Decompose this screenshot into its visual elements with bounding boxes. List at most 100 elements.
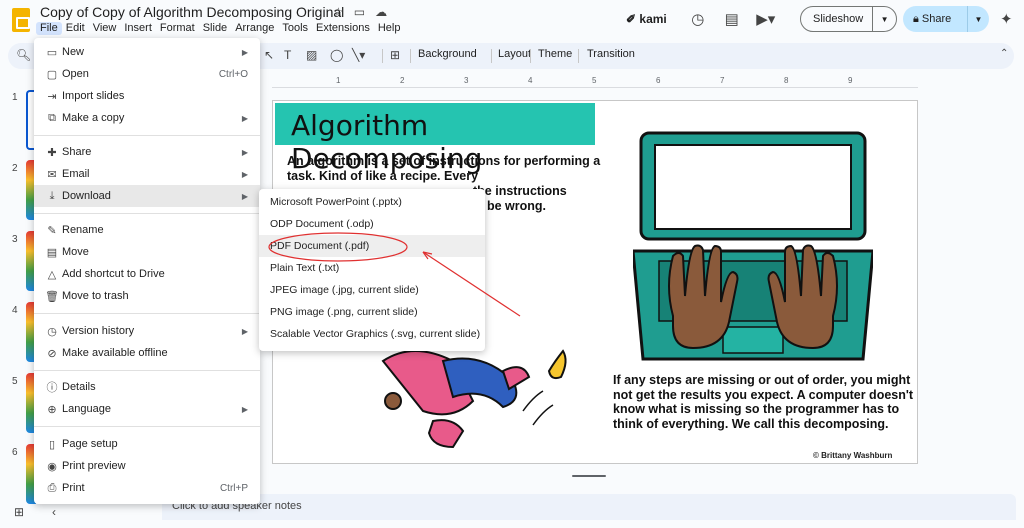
comments-icon[interactable]: ▤ [721, 8, 743, 30]
select-cursor-icon[interactable]: ↖ [264, 48, 274, 62]
menu-item-share[interactable]: ✚ Share ▶ [34, 141, 260, 163]
info-icon: ⓘ [46, 382, 58, 394]
kami-icon: ✐ [626, 12, 640, 26]
ruler-tick: 1 [336, 76, 341, 85]
grid-view-icon[interactable]: ⊞ [14, 505, 24, 519]
slideshow-button[interactable]: Slideshow ▼ [800, 6, 897, 32]
toolbar-divider [491, 49, 492, 63]
folder-icon: ▢ [46, 68, 58, 81]
layout-button[interactable]: Layout [498, 48, 531, 60]
submenu-arrow-icon: ▶ [241, 326, 248, 336]
speaker-notes[interactable]: Click to add speaker notes [162, 494, 1016, 520]
menu-item-new[interactable]: ▭ New ▶ [34, 41, 260, 63]
menu-item-make-available-offline[interactable]: ⊘ Make available offline [34, 342, 260, 364]
menu-item-open[interactable]: ▢ Open Ctrl+O [34, 63, 260, 85]
menu-item-download[interactable]: ⤓ Download ▶ [34, 185, 260, 207]
download-pptx[interactable]: Microsoft PowerPoint (.pptx) [259, 191, 485, 213]
collapse-toolbar-icon[interactable]: ⌃ [1000, 48, 1008, 59]
slide-number: 3 [12, 234, 18, 245]
download-txt[interactable]: Plain Text (.txt) [259, 257, 485, 279]
toolbar-divider [382, 49, 383, 63]
drive-shortcut-icon: △ [47, 268, 57, 281]
menu-item-move[interactable]: ▤ Move [34, 241, 260, 263]
menu-format[interactable]: Format [156, 22, 199, 35]
ruler-tick: 5 [592, 76, 597, 85]
menu-item-move-to-trash[interactable]: 🗑︎ Move to trash [34, 285, 260, 307]
download-odp[interactable]: ODP Document (.odp) [259, 213, 485, 235]
notes-resize-handle[interactable] [572, 475, 606, 477]
menu-extensions[interactable]: Extensions [312, 22, 374, 35]
menu-item-make-a-copy[interactable]: ⧉ Make a copy ▶ [34, 107, 260, 129]
menu-item-email[interactable]: ✉ Email ▶ [34, 163, 260, 185]
submenu-arrow-icon: ▶ [241, 169, 248, 179]
download-jpg[interactable]: JPEG image (.jpg, current slide) [259, 279, 485, 301]
add-comment-icon[interactable]: ⊞ [390, 48, 400, 62]
toolbar-divider [410, 49, 411, 63]
menu-slide[interactable]: Slide [199, 22, 231, 35]
person-add-icon: ✚ [47, 146, 57, 159]
cloud-status-icon[interactable]: ☁ [375, 5, 387, 19]
menu-divider [34, 135, 260, 136]
meet-icon[interactable]: ▶▾ [755, 8, 777, 30]
gemini-icon[interactable]: ✦ [1000, 10, 1013, 28]
document-title[interactable]: Copy of Copy of Algorithm Decomposing Or… [40, 4, 344, 20]
import-icon: ⇥ [47, 90, 57, 103]
download-pdf[interactable]: PDF Document (.pdf) [259, 235, 485, 257]
menu-insert[interactable]: Insert [120, 22, 156, 35]
shape-icon[interactable]: ◯ [330, 48, 343, 62]
slide-number: 4 [12, 305, 18, 316]
submenu-arrow-icon: ▶ [241, 113, 248, 123]
menu-item-print-preview[interactable]: ◉ Print preview [34, 455, 260, 477]
ruler-tick: 2 [400, 76, 405, 85]
chevron-down-icon[interactable]: ▼ [967, 6, 989, 32]
toolbar-divider [530, 49, 531, 63]
ruler-tick: 8 [784, 76, 789, 85]
menu-item-version-history[interactable]: ◷ Version history ▶ [34, 320, 260, 342]
globe-icon: ⊕ [47, 403, 57, 416]
search-menus-icon[interactable]: 🔍︎ [16, 48, 31, 62]
toolbar-divider [578, 49, 579, 63]
download-icon: ⤓ [49, 189, 55, 202]
line-icon[interactable]: ╲▾ [352, 48, 365, 62]
history-icon[interactable]: ◷ [687, 8, 709, 30]
chevron-down-icon[interactable]: ▼ [872, 7, 896, 31]
menu-item-page-setup[interactable]: ▯ Page setup [34, 433, 260, 455]
page-icon: ▯ [48, 438, 56, 451]
transition-button[interactable]: Transition [587, 48, 635, 60]
rename-icon: ✎ [47, 224, 57, 237]
slides-logo-icon[interactable] [12, 8, 30, 32]
ruler-tick: 6 [656, 76, 661, 85]
menu-edit[interactable]: Edit [62, 22, 89, 35]
menu-item-print[interactable]: ⎙ Print Ctrl+P [34, 477, 260, 499]
menu-item-add-shortcut[interactable]: △ Add shortcut to Drive [34, 263, 260, 285]
menu-divider [34, 370, 260, 371]
menu-file[interactable]: File [36, 22, 62, 35]
kami-button[interactable]: ✐ kami [626, 12, 667, 26]
menu-item-details[interactable]: ⓘ Details [34, 376, 260, 398]
background-button[interactable]: Background [418, 48, 477, 60]
submenu-arrow-icon: ▶ [241, 404, 248, 414]
menu-tools[interactable]: Tools [278, 22, 312, 35]
menu-arrange[interactable]: Arrange [231, 22, 278, 35]
header-tools: ✐ kami ◷ ▤ ▶▾ [626, 6, 789, 32]
move-icon: ▤ [46, 246, 58, 259]
slide-bottom-text[interactable]: If any steps are missing or out of order… [613, 373, 913, 431]
menu-item-rename[interactable]: ✎ Rename [34, 219, 260, 241]
share-button[interactable]: 🔒︎ Share ▼ [903, 6, 989, 32]
theme-button[interactable]: Theme [538, 48, 572, 60]
download-png[interactable]: PNG image (.png, current slide) [259, 301, 485, 323]
menu-view[interactable]: View [89, 22, 121, 35]
submenu-arrow-icon: ▶ [241, 147, 248, 157]
download-svg[interactable]: Scalable Vector Graphics (.svg, current … [259, 323, 485, 345]
image-icon[interactable]: ▨ [306, 48, 317, 62]
offline-icon: ⊘ [47, 347, 57, 360]
slide-number: 2 [12, 163, 18, 174]
menu-item-language[interactable]: ⊕ Language ▶ [34, 398, 260, 420]
menu-help[interactable]: Help [374, 22, 405, 35]
title-bar: Copy of Copy of Algorithm Decomposing Or… [0, 0, 1024, 38]
move-folder-icon[interactable]: ▭ [354, 5, 365, 19]
menu-item-import-slides[interactable]: ⇥ Import slides [34, 85, 260, 107]
star-icon[interactable]: ☆ [333, 5, 344, 19]
text-box-icon[interactable]: T [284, 48, 291, 62]
collapse-filmstrip-icon[interactable]: ‹ [52, 505, 56, 519]
